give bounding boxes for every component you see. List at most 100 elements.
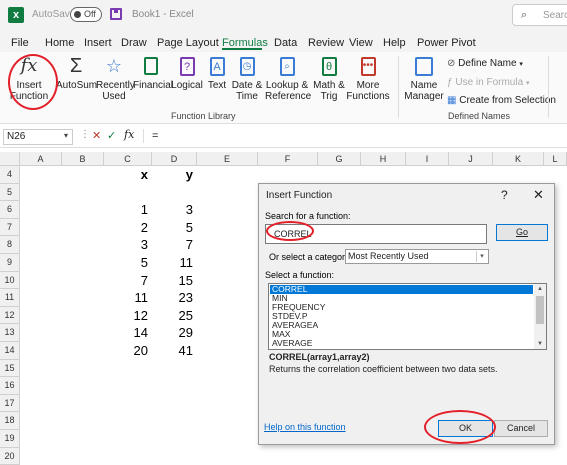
cancel-icon[interactable]: ✕ — [92, 129, 101, 142]
cell-y-value[interactable]: 23 — [152, 290, 193, 305]
row-header[interactable]: 11 — [0, 289, 20, 307]
formula-content[interactable]: = — [152, 130, 158, 142]
cell-header-x[interactable]: x — [104, 167, 148, 182]
tab-data[interactable]: Data — [274, 37, 297, 49]
date-time-button[interactable]: ◷ Date & Time — [231, 54, 263, 102]
row-header[interactable]: 15 — [0, 359, 20, 378]
cancel-button[interactable]: Cancel — [494, 420, 548, 437]
chevron-down-icon[interactable]: ▾ — [476, 251, 487, 262]
cell-x-value[interactable]: 1 — [104, 202, 148, 217]
column-header[interactable]: E — [197, 152, 258, 166]
cell-y-value[interactable]: 25 — [152, 308, 193, 323]
name-manager-button[interactable]: Name Manager — [404, 54, 444, 102]
save-icon[interactable] — [110, 8, 122, 20]
scroll-down-icon[interactable]: ▼ — [534, 339, 546, 349]
recently-used-button[interactable]: ☆ Recently Used — [96, 54, 135, 102]
list-item[interactable]: CORREL — [270, 285, 533, 294]
text-button[interactable]: A Text — [205, 54, 229, 91]
list-item[interactable]: AVERAGEA — [270, 321, 533, 330]
autosave-toggle[interactable]: Off — [70, 7, 102, 22]
row-header[interactable]: 18 — [0, 412, 20, 430]
lookup-reference-button[interactable]: ⌕ Lookup & Reference — [265, 54, 311, 102]
search-input[interactable]: ⌕ Search — [512, 4, 567, 26]
help-icon[interactable]: ? — [501, 188, 508, 202]
cell-y-value[interactable]: 15 — [152, 273, 193, 288]
column-header[interactable]: A — [20, 152, 62, 166]
row-header[interactable]: 14 — [0, 342, 20, 360]
column-header[interactable]: L — [544, 152, 567, 166]
list-item[interactable]: FREQUENCY — [270, 303, 533, 312]
cell-x-value[interactable]: 20 — [104, 343, 148, 358]
cell-x-value[interactable]: 3 — [104, 237, 148, 252]
cell-x-value[interactable]: 2 — [104, 220, 148, 235]
row-header[interactable]: 8 — [0, 236, 20, 254]
column-header[interactable]: B — [62, 152, 104, 166]
financial-button[interactable]: Financial — [133, 54, 173, 91]
define-name-button[interactable]: ⊘ Define Name ▾ — [447, 58, 523, 69]
row-header[interactable]: 16 — [0, 377, 20, 395]
search-function-input[interactable]: CORREL — [265, 224, 487, 244]
scroll-up-icon[interactable]: ▲ — [534, 284, 546, 294]
cell-header-y[interactable]: y — [152, 167, 193, 182]
cell-x-value[interactable]: 5 — [104, 255, 148, 270]
cell-y-value[interactable]: 29 — [152, 325, 193, 340]
scroll-thumb[interactable] — [536, 296, 544, 324]
column-header[interactable]: I — [406, 152, 449, 166]
tab-home[interactable]: Home — [45, 37, 74, 49]
tab-file[interactable]: File — [11, 37, 29, 49]
row-header[interactable]: 19 — [0, 430, 20, 448]
tab-view[interactable]: View — [349, 37, 373, 49]
logical-button[interactable]: ? Logical — [171, 54, 203, 91]
tab-review[interactable]: Review — [308, 37, 344, 49]
column-header[interactable]: C — [104, 152, 152, 166]
column-header[interactable]: K — [493, 152, 544, 166]
cell-x-value[interactable]: 12 — [104, 308, 148, 323]
tab-page-layout[interactable]: Page Layout — [157, 37, 219, 49]
go-button[interactable]: Go — [496, 224, 548, 241]
create-from-selection-button[interactable]: ▦ Create from Selection — [447, 95, 556, 106]
use-in-formula-button[interactable]: ƒ Use in Formula ▾ — [447, 77, 529, 88]
cell-y-value[interactable]: 5 — [152, 220, 193, 235]
enter-icon[interactable]: ✓ — [107, 129, 116, 142]
chevron-down-icon[interactable]: ▾ — [64, 131, 68, 140]
tab-help[interactable]: Help — [383, 37, 406, 49]
row-header[interactable]: 4 — [0, 166, 20, 184]
row-header[interactable]: 9 — [0, 254, 20, 272]
row-header[interactable]: 17 — [0, 394, 20, 413]
tab-draw[interactable]: Draw — [121, 37, 147, 49]
name-box[interactable]: N26 — [3, 129, 73, 145]
tab-insert[interactable]: Insert — [84, 37, 112, 49]
row-header[interactable]: 13 — [0, 324, 20, 342]
row-header[interactable]: 10 — [0, 271, 20, 290]
cell-y-value[interactable]: 41 — [152, 343, 193, 358]
math-trig-button[interactable]: θ Math & Trig — [313, 54, 345, 102]
column-header[interactable]: G — [318, 152, 361, 166]
ok-button[interactable]: OK — [438, 420, 493, 437]
fx-icon[interactable]: fx — [124, 128, 134, 141]
list-item[interactable]: AVERAGE — [270, 339, 533, 348]
row-header[interactable]: 7 — [0, 218, 20, 237]
help-on-function-link[interactable]: Help on this function — [264, 422, 346, 432]
column-header[interactable]: J — [449, 152, 493, 166]
row-header[interactable]: 6 — [0, 201, 20, 219]
row-header[interactable]: 20 — [0, 447, 20, 465]
row-header[interactable]: 12 — [0, 306, 20, 325]
cell-x-value[interactable]: 11 — [104, 290, 149, 305]
category-select[interactable]: Most Recently Used ▾ — [345, 249, 489, 264]
autosum-button[interactable]: Σ AutoSum — [56, 54, 97, 91]
close-icon[interactable]: ✕ — [533, 187, 544, 203]
cell-y-value[interactable]: 3 — [152, 202, 193, 217]
cell-x-value[interactable]: 14 — [104, 325, 148, 340]
function-list[interactable]: CORREL MIN FREQUENCY STDEV.P AVERAGEA MA… — [268, 283, 547, 350]
row-header[interactable]: 5 — [0, 183, 20, 202]
cell-y-value[interactable]: 11 — [152, 255, 194, 270]
more-functions-button[interactable]: ••• More Functions — [346, 54, 390, 102]
column-header[interactable]: H — [361, 152, 406, 166]
column-header[interactable]: F — [258, 152, 318, 166]
list-scrollbar[interactable]: ▲ ▼ — [534, 284, 546, 349]
cell-y-value[interactable]: 7 — [152, 237, 193, 252]
column-header[interactable]: D — [152, 152, 197, 166]
insert-function-button[interactable]: fx Insert Function — [6, 54, 52, 102]
tab-power-pivot[interactable]: Power Pivot — [417, 37, 476, 49]
cell-x-value[interactable]: 7 — [104, 273, 148, 288]
